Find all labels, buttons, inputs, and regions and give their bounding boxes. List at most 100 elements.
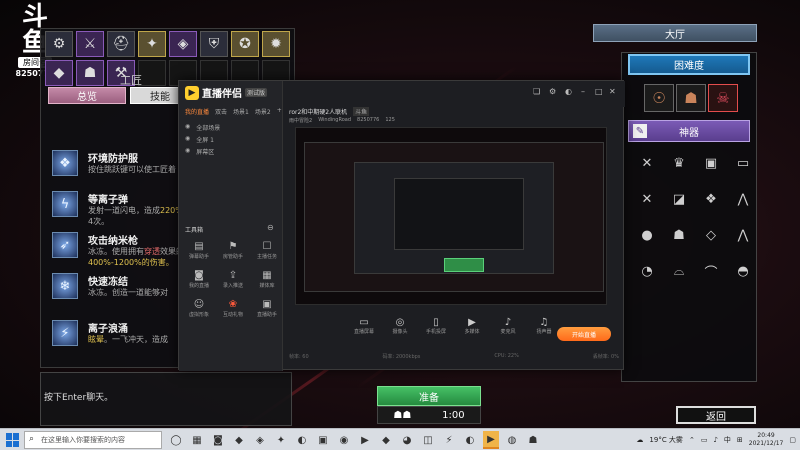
difficulty-hard-icon[interactable]: ☗ [676, 84, 706, 112]
artifact-icon[interactable]: ● [632, 222, 662, 248]
live-tool[interactable]: ◙ 我的直播 [183, 270, 215, 294]
room-title[interactable]: ror2和中期硬2人联机 [289, 107, 347, 116]
artifact-icon[interactable]: ⋀ [728, 222, 758, 248]
artifact-icon[interactable]: ◓ [728, 258, 758, 284]
phone-cast-button[interactable]: ▯ 手机投屏 [422, 317, 450, 347]
artifact-icon[interactable]: ⌒ [696, 258, 726, 284]
item-slot[interactable]: ☗ [76, 60, 104, 86]
admin-tool[interactable]: ⚑ 房管助手 [217, 241, 249, 265]
network-icon[interactable]: ▭ [701, 436, 708, 444]
taskbar-app-icon[interactable]: ▦ [189, 431, 205, 449]
minimize-icon[interactable]: – [581, 87, 585, 96]
back-button[interactable]: 返回 [676, 406, 756, 424]
steam-icon[interactable]: ◈ [252, 431, 268, 449]
item-slot[interactable]: ◈ [169, 31, 197, 57]
artifact-icon[interactable]: ◔ [632, 258, 662, 284]
taskbar-app-icon[interactable]: ▣ [315, 431, 331, 449]
windows-start-icon[interactable] [6, 433, 20, 447]
task-tool[interactable]: ☐ 主播任务 [251, 241, 283, 265]
clock[interactable]: 20:49 2021/12/17 [749, 432, 784, 448]
close-icon[interactable]: ✕ [609, 87, 616, 96]
item-slot[interactable]: ◆ [45, 60, 73, 86]
scene-source[interactable]: ◉ 全部场景 [185, 123, 220, 132]
maximize-icon[interactable]: □ [595, 87, 603, 96]
assist-tool[interactable]: ▣ 直播助手 [251, 299, 283, 323]
add-scene-icon[interactable]: + [277, 107, 282, 116]
microphone-button[interactable]: ♪ 麦克风 [494, 317, 522, 347]
taskbar-app-icon[interactable]: ⚡ [441, 431, 457, 449]
artifact-icon[interactable]: ✕ [632, 186, 662, 212]
taskbar-app-icon[interactable]: ◙ [210, 431, 226, 449]
difficulty-button[interactable]: 困难度 [628, 54, 750, 75]
settings-icon[interactable]: ⚙ [549, 87, 556, 96]
item-slot[interactable]: ✦ [138, 31, 166, 57]
artifact-icon[interactable]: ❖ [696, 186, 726, 212]
item-slot[interactable]: ⚔ [76, 31, 104, 57]
item-slot[interactable]: ⛨ [200, 31, 228, 57]
media-tool[interactable]: ▦ 媒体库 [251, 270, 283, 294]
artifact-icon[interactable]: ⋀ [728, 186, 758, 212]
scene-source[interactable]: ◉ 屏幕区 [185, 147, 214, 156]
danmaku-tool[interactable]: ▤ 弹幕助手 [183, 241, 215, 265]
skill-name: 环境防护服 [88, 154, 138, 165]
taskbar-app-icon[interactable]: ▶ [357, 431, 373, 449]
artifact-icon[interactable]: ◪ [664, 186, 694, 212]
ready-button[interactable]: 准备 [377, 386, 481, 406]
difficulty-easy-icon[interactable]: ☉ [644, 84, 674, 112]
toolbox-menu-icon[interactable]: ⊖ [267, 223, 274, 232]
streaming-app-taskbar-icon[interactable]: ▶ [483, 431, 499, 449]
scene-source[interactable]: ◉ 全屏 1 [185, 135, 214, 144]
speaker-button[interactable]: ♫ 扬声器 [530, 317, 558, 347]
edge-icon[interactable]: ◐ [294, 431, 310, 449]
skin-icon[interactable]: ◐ [565, 87, 572, 96]
tab-scene-1[interactable]: 场景1 [233, 107, 249, 116]
item-slot[interactable]: ⛑ [107, 31, 135, 57]
taskbar-search[interactable]: ⌕ 在这里输入你要搜索的内容 [24, 431, 162, 449]
volume-icon[interactable]: ♪ [713, 436, 717, 444]
taskbar-app-icon[interactable]: ◕ [399, 431, 415, 449]
tab-my-live[interactable]: 我的直播 [185, 107, 209, 116]
avatar-tool[interactable]: ☺ 虚拟形象 [183, 299, 215, 323]
artifact-button[interactable]: ✎ 神器 [628, 120, 750, 142]
notification-icon[interactable]: ▢ [789, 436, 796, 444]
taskbar-app-icon[interactable]: ◫ [420, 431, 436, 449]
taskbar-app-icon[interactable]: ◐ [462, 431, 478, 449]
taskbar-app-icon[interactable]: ◉ [336, 431, 352, 449]
multimedia-button[interactable]: ▶ 多媒体 [458, 317, 486, 347]
artifact-icon[interactable]: ▣ [696, 150, 726, 176]
screen-capture-button[interactable]: ▭ 直播屏幕 [350, 317, 378, 347]
weather-text[interactable]: 19°C 大雾 [649, 435, 683, 445]
gift-box-icon[interactable]: ❏ [533, 87, 540, 96]
tab-overview[interactable]: 总览 [48, 87, 126, 104]
item-slot[interactable]: ⚙ [45, 31, 73, 57]
difficulty-monsoon-icon[interactable]: ☠ [708, 84, 738, 112]
taskbar-app-icon[interactable]: ☗ [525, 431, 541, 449]
phone-icon: ▯ [433, 317, 439, 328]
gift-tool[interactable]: ❀ 互动礼物 [217, 299, 249, 323]
artifact-icon[interactable]: ✕ [632, 150, 662, 176]
item-slot[interactable]: ✪ [231, 31, 259, 57]
taskbar-app-icon[interactable]: ✦ [273, 431, 289, 449]
taskbar-app-icon[interactable]: ◍ [504, 431, 520, 449]
screen-icon: ▭ [359, 317, 369, 328]
stream-preview[interactable] [295, 127, 607, 305]
artifact-icon[interactable]: ▭ [728, 150, 758, 176]
artifact-icon[interactable]: ◇ [696, 222, 726, 248]
item-slot[interactable] [138, 60, 166, 86]
artifact-icon[interactable]: ☗ [664, 222, 694, 248]
push-tool[interactable]: ⇪ 录入推送 [217, 270, 249, 294]
artifact-icon[interactable]: ⌓ [664, 258, 694, 284]
camera-button[interactable]: ◎ 摄像头 [386, 317, 414, 347]
artifact-icon[interactable]: ♛ [664, 150, 694, 176]
tab-scene-2[interactable]: 场景2 [255, 107, 271, 116]
input-method-icon[interactable]: ⊞ [737, 436, 743, 444]
start-live-button[interactable]: 开始直播 [557, 327, 611, 341]
taskbar-app-icon[interactable]: ◆ [231, 431, 247, 449]
tray-chevron-icon[interactable]: ⌃ [689, 436, 695, 444]
tab-double[interactable]: 双击 [215, 107, 227, 116]
ime-indicator[interactable]: 中 [724, 435, 731, 445]
item-slot[interactable]: ✹ [262, 31, 290, 57]
room-tag: 斗鱼 [353, 107, 370, 116]
taskbar-app-icon[interactable]: ◆ [378, 431, 394, 449]
task-view-icon[interactable]: ◯ [168, 431, 184, 449]
